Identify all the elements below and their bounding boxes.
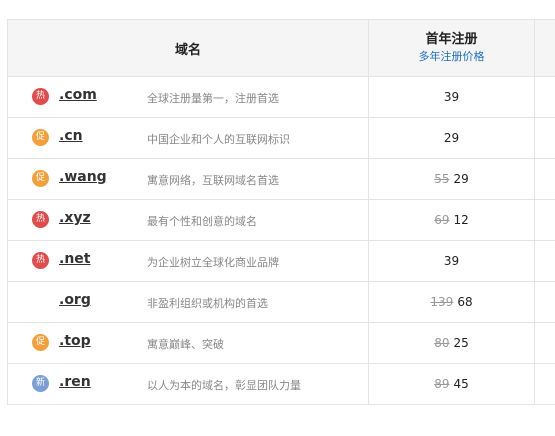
table-header-row: 域名 首年注册 多年注册价格	[7, 19, 555, 77]
price-cell: 29	[368, 117, 535, 159]
multi-year-price-link[interactable]: 多年注册价格	[369, 49, 534, 65]
tld-description: 为企业树立全球化商业品牌	[147, 256, 279, 269]
extra-cell	[534, 158, 555, 200]
tld-description: 以人为本的域名，彰显团队力量	[147, 379, 301, 392]
domain-cell-content: 热 .com 全球注册量第一，注册首选	[8, 77, 368, 117]
extra-cell	[534, 240, 555, 282]
current-price: 45	[453, 377, 469, 391]
domain-cell-content: 热 .xyz 最有个性和创意的域名	[8, 200, 368, 240]
header-first-year-label: 首年注册	[425, 32, 478, 47]
domain-cell: .org 非盈利组织或机构的首选	[7, 281, 369, 323]
extra-cell	[534, 281, 555, 323]
tld-link[interactable]: .cn	[59, 128, 83, 144]
table-row: 促 .top 寓意巅峰、突破 80 25	[7, 322, 555, 364]
domain-cell: 促 .cn 中国企业和个人的互联网标识	[7, 117, 369, 159]
domain-cell: 新 .ren 以人为本的域名，彰显团队力量	[7, 363, 369, 405]
tld-link[interactable]: .ren	[59, 374, 91, 390]
current-price: 39	[443, 254, 460, 268]
tld-link[interactable]: .net	[59, 251, 90, 267]
header-first-year-price: 首年注册 多年注册价格	[368, 19, 535, 77]
tld-link[interactable]: .wang	[59, 169, 107, 185]
domain-cell: 热 .com 全球注册量第一，注册首选	[7, 76, 369, 118]
table-row: 新 .ren 以人为本的域名，彰显团队力量 89 45	[7, 363, 555, 405]
promo-badge-icon: 促	[32, 170, 49, 187]
current-price: 29	[453, 172, 469, 186]
table-row: 热 .net 为企业树立全球化商业品牌 39	[7, 240, 555, 282]
price-cell: 80 25	[368, 322, 535, 364]
original-price: 55	[434, 172, 450, 186]
current-price: 12	[453, 213, 469, 227]
tld-description: 中国企业和个人的互联网标识	[147, 133, 290, 146]
hot-badge-icon: 热	[32, 88, 49, 105]
tld-description: 全球注册量第一，注册首选	[147, 92, 279, 105]
hot-badge-icon: 热	[32, 211, 49, 228]
domain-cell-content: 新 .ren 以人为本的域名，彰显团队力量	[8, 364, 368, 404]
original-price: 69	[434, 213, 450, 227]
new-badge-icon: 新	[32, 375, 49, 392]
tld-description: 寓意网络，互联网域名首选	[147, 174, 279, 187]
extra-cell	[534, 363, 555, 405]
table-row: 热 .com 全球注册量第一，注册首选 39	[7, 76, 555, 118]
tld-link[interactable]: .xyz	[59, 210, 91, 226]
extra-cell	[534, 199, 555, 241]
extra-cell	[534, 117, 555, 159]
price-cell: 39	[368, 76, 535, 118]
current-price: 68	[457, 295, 473, 309]
domain-price-table: 域名 首年注册 多年注册价格 热 .com 全球注册量第一，注册首选 39 促 .cn 中国…	[7, 19, 555, 405]
header-domain: 域名	[7, 19, 369, 77]
current-price: 29	[443, 131, 460, 145]
original-price: 139	[430, 295, 454, 309]
domain-cell-content: 促 .top 寓意巅峰、突破	[8, 323, 368, 363]
tld-description: 非盈利组织或机构的首选	[147, 297, 268, 310]
price-cell: 39	[368, 240, 535, 282]
original-price: 89	[434, 377, 450, 391]
domain-cell-content: .org 非盈利组织或机构的首选	[8, 282, 368, 322]
current-price: 39	[443, 90, 460, 104]
domain-cell: 促 .wang 寓意网络，互联网域名首选	[7, 158, 369, 200]
domain-cell-content: 热 .net 为企业树立全球化商业品牌	[8, 241, 368, 281]
price-cell: 69 12	[368, 199, 535, 241]
domain-cell: 热 .xyz 最有个性和创意的域名	[7, 199, 369, 241]
tld-link[interactable]: .com	[59, 87, 97, 103]
current-price: 25	[453, 336, 469, 350]
domain-cell: 促 .top 寓意巅峰、突破	[7, 322, 369, 364]
extra-cell	[534, 322, 555, 364]
original-price: 80	[434, 336, 450, 350]
table-row: 热 .xyz 最有个性和创意的域名 69 12	[7, 199, 555, 241]
price-cell: 55 29	[368, 158, 535, 200]
extra-cell	[534, 76, 555, 118]
tld-description: 寓意巅峰、突破	[147, 338, 224, 351]
domain-price-table-container: 域名 首年注册 多年注册价格 热 .com 全球注册量第一，注册首选 39 促 .cn 中国…	[7, 19, 555, 405]
tld-description: 最有个性和创意的域名	[147, 215, 257, 228]
header-extra	[534, 19, 555, 77]
price-cell: 89 45	[368, 363, 535, 405]
domain-cell: 热 .net 为企业树立全球化商业品牌	[7, 240, 369, 282]
promo-badge-icon: 促	[32, 129, 49, 146]
table-row: .org 非盈利组织或机构的首选 139 68	[7, 281, 555, 323]
price-cell: 139 68	[368, 281, 535, 323]
tld-link[interactable]: .org	[59, 292, 91, 308]
domain-cell-content: 促 .wang 寓意网络，互联网域名首选	[8, 159, 368, 199]
table-row: 促 .cn 中国企业和个人的互联网标识 29	[7, 117, 555, 159]
domain-cell-content: 促 .cn 中国企业和个人的互联网标识	[8, 118, 368, 158]
tld-link[interactable]: .top	[59, 333, 91, 349]
promo-badge-icon: 促	[32, 334, 49, 351]
hot-badge-icon: 热	[32, 252, 49, 269]
table-row: 促 .wang 寓意网络，互联网域名首选 55 29	[7, 158, 555, 200]
